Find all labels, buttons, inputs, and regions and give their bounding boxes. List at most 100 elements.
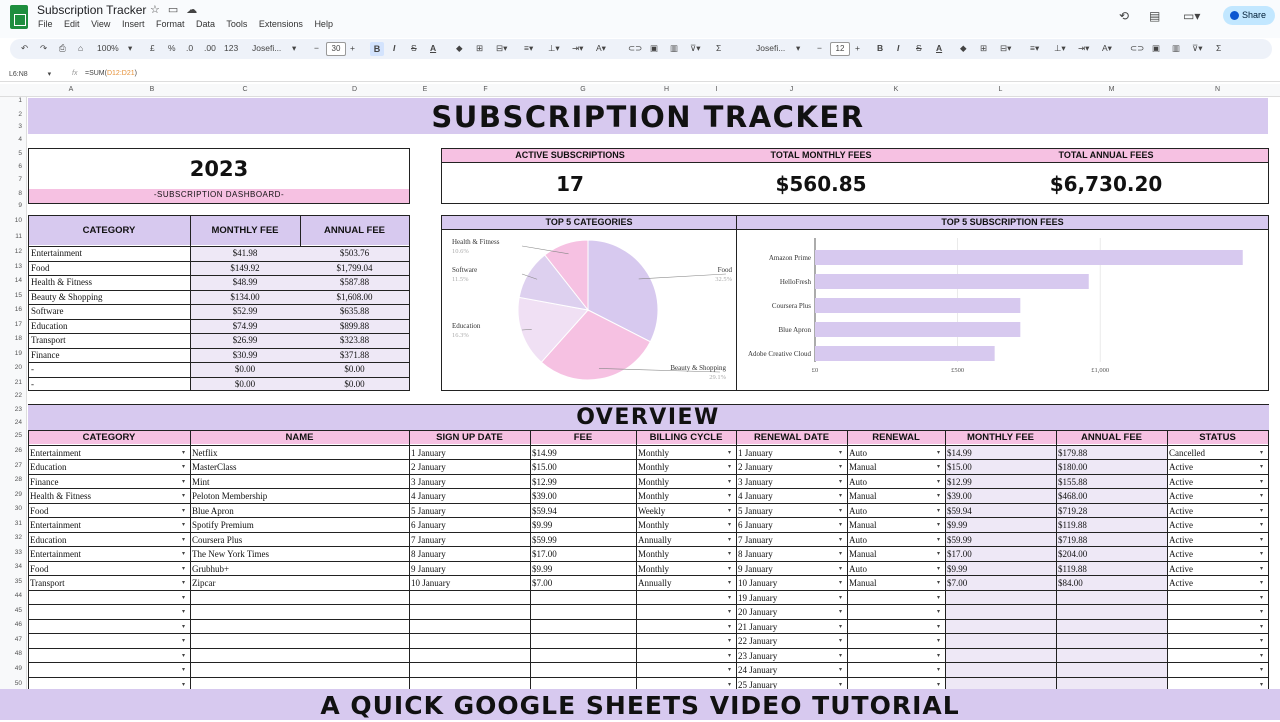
overview-cell[interactable]: Entertainment [30,549,81,559]
overview-cell[interactable]: 9 January [411,564,446,574]
overview-cell[interactable]: $7.00 [532,578,552,588]
row-header[interactable]: 47 [0,636,22,643]
dropdown-arrow-icon[interactable]: ▾ [1260,579,1263,586]
overview-cell[interactable]: Active [1169,549,1193,559]
row-header[interactable]: 2 [0,111,22,118]
menu-format[interactable]: Format [156,19,185,29]
dropdown-arrow-icon[interactable]: ▾ [937,637,940,644]
overview-cell[interactable]: $59.94 [532,506,557,516]
overview-cell[interactable]: $14.99 [532,448,557,458]
overview-cell[interactable]: Peloton Membership [192,491,267,501]
overview-cell[interactable]: Annually [638,578,672,588]
dropdown-arrow-icon[interactable]: ▾ [728,449,731,456]
percent-format-button[interactable]: % [168,43,176,53]
category-table-cell[interactable]: Software [31,306,64,316]
font-size-decrease-icon[interactable]: − [314,43,319,53]
overview-cell[interactable]: $719.28 [1058,506,1087,516]
text-rotate-icon[interactable]: A▾ [596,43,606,54]
overview-cell[interactable]: $119.88 [1058,520,1087,530]
formula-input[interactable]: =SUM(D12:D21) [85,70,137,77]
dropdown-arrow-icon[interactable]: ▾ [1260,666,1263,673]
dropdown-arrow-icon[interactable]: ▾ [182,623,185,630]
menu-file[interactable]: File [38,19,53,29]
category-table-cell[interactable]: $0.00 [190,364,300,374]
overview-cell[interactable]: $84.00 [1058,578,1083,588]
overview-cell[interactable]: Monthly [638,462,669,472]
row-header[interactable]: 12 [0,248,22,255]
row-header[interactable]: 11 [0,233,22,240]
row-header[interactable]: 7 [0,176,22,183]
dropdown-arrow-icon[interactable]: ▾ [182,565,185,572]
overview-cell[interactable]: $12.99 [532,477,557,487]
bold-button[interactable]: B [370,42,384,56]
overview-cell[interactable]: 8 January [411,549,446,559]
overview-cell[interactable]: Active [1169,578,1193,588]
column-header[interactable]: J [736,86,847,93]
row-header[interactable]: 44 [0,592,22,599]
column-header[interactable]: A [28,86,114,93]
italic-right-button[interactable]: I [897,43,899,53]
dropdown-arrow-icon[interactable]: ▾ [839,623,842,630]
overview-cell[interactable]: $180.00 [1058,462,1087,472]
fill-color-icon[interactable]: ◆ [456,43,463,54]
menu-view[interactable]: View [91,19,110,29]
link-right-icon[interactable]: ⊂⊃ [1130,43,1144,54]
row-header[interactable]: 3 [0,123,22,130]
column-header[interactable]: K [847,86,945,93]
overview-cell[interactable]: Monthly [638,491,669,501]
title-icons[interactable]: ☆▭☁ [150,3,205,16]
overview-cell[interactable]: $12.99 [947,477,972,487]
history-icon[interactable]: ⟲ [1119,9,1129,23]
overview-cell[interactable]: Transport [30,578,65,588]
category-table-cell[interactable]: - [31,364,34,374]
dropdown-arrow-icon[interactable]: ▾ [839,521,842,528]
menu-data[interactable]: Data [196,19,215,29]
dropdown-arrow-icon[interactable]: ▾ [839,536,842,543]
zoom-select[interactable]: 100% [97,43,119,53]
doc-title[interactable]: Subscription Tracker [37,3,146,17]
row-header[interactable]: 25 [0,432,22,439]
category-table-cell[interactable]: Beauty & Shopping [31,292,103,302]
category-table-cell[interactable]: $371.88 [300,350,409,360]
dropdown-arrow-icon[interactable]: ▾ [839,579,842,586]
overview-cell[interactable]: Monthly [638,549,669,559]
category-table-cell[interactable]: Food [31,263,50,273]
overview-cell[interactable]: Active [1169,477,1193,487]
overview-cell[interactable]: 2 January [738,462,773,472]
menu-edit[interactable]: Edit [64,19,80,29]
overview-cell[interactable]: $9.99 [947,564,967,574]
dropdown-arrow-icon[interactable]: ▾ [937,579,940,586]
font-chevron-right-icon[interactable]: ▾ [796,43,800,54]
dropdown-arrow-icon[interactable]: ▾ [182,536,185,543]
overview-cell[interactable]: Auto [849,448,867,458]
dropdown-arrow-icon[interactable]: ▾ [728,637,731,644]
dropdown-arrow-icon[interactable]: ▾ [937,652,940,659]
dropdown-arrow-icon[interactable]: ▾ [937,608,940,615]
dropdown-arrow-icon[interactable]: ▾ [182,449,185,456]
overview-cell[interactable]: Education [30,462,67,472]
overview-cell[interactable]: Health & Fitness [30,491,91,501]
dropdown-arrow-icon[interactable]: ▾ [1260,492,1263,499]
overview-cell[interactable]: $9.99 [532,564,552,574]
overview-cell[interactable]: 3 January [411,477,446,487]
column-header[interactable]: I [697,86,736,93]
overview-cell[interactable]: 5 January [738,506,773,516]
menu-help[interactable]: Help [314,19,333,29]
overview-cell[interactable]: Manual [849,491,877,501]
overview-cell[interactable]: Auto [849,506,867,516]
rotate-right-icon[interactable]: A▾ [1102,43,1112,54]
fill-color-right-icon[interactable]: ◆ [960,43,967,54]
overview-cell[interactable]: $119.88 [1058,564,1087,574]
dropdown-arrow-icon[interactable]: ▾ [1260,536,1263,543]
column-header[interactable]: G [530,86,636,93]
dropdown-arrow-icon[interactable]: ▾ [728,521,731,528]
dropdown-arrow-icon[interactable]: ▾ [182,463,185,470]
dropdown-arrow-icon[interactable]: ▾ [1260,449,1263,456]
text-color-button[interactable]: A [430,43,436,53]
overview-cell[interactable]: Monthly [638,564,669,574]
row-header[interactable]: 26 [0,447,22,454]
overview-cell[interactable]: Mint [192,477,210,487]
row-header[interactable]: 48 [0,650,22,657]
dropdown-arrow-icon[interactable]: ▾ [728,550,731,557]
overview-cell[interactable]: Monthly [638,448,669,458]
